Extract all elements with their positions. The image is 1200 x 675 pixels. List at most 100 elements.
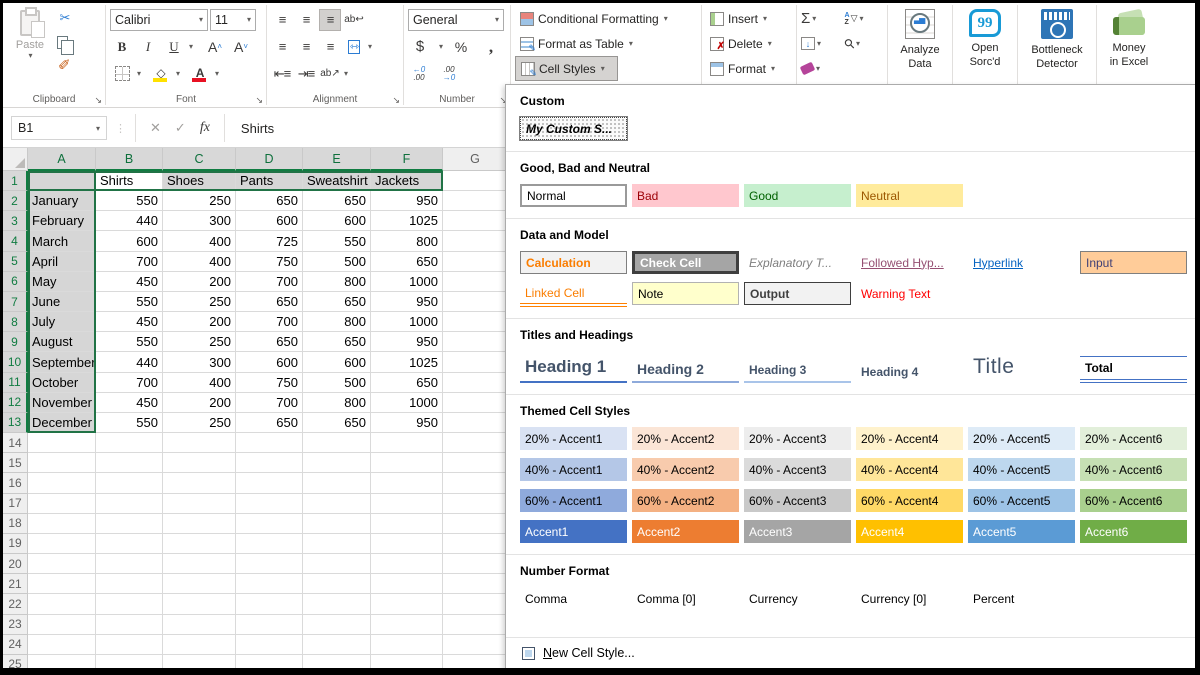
- new-cell-style-item[interactable]: New Cell Style...: [506, 637, 1195, 668]
- cell-style-40-accent4[interactable]: 40% - Accent4: [856, 458, 963, 481]
- cell-F19[interactable]: [371, 534, 443, 554]
- cell-E18[interactable]: [303, 514, 371, 534]
- cell-style-60-accent5[interactable]: 60% - Accent5: [968, 489, 1075, 512]
- format-painter-button[interactable]: [53, 54, 77, 78]
- cell-F8[interactable]: 1000: [371, 312, 443, 332]
- cell-style-output[interactable]: Output: [744, 282, 851, 305]
- row-header-17[interactable]: 17: [3, 494, 28, 514]
- font-size-select[interactable]: 11▾: [210, 9, 256, 31]
- cell-style-comma-0[interactable]: Comma [0]: [632, 587, 739, 610]
- cell-B10[interactable]: 440: [96, 352, 163, 372]
- cell-F15[interactable]: [371, 453, 443, 473]
- percent-style-button[interactable]: %: [449, 35, 473, 59]
- cell-E13[interactable]: 650: [303, 413, 371, 433]
- cell-E23[interactable]: [303, 615, 371, 635]
- cell-C23[interactable]: [163, 615, 236, 635]
- cell-G1[interactable]: [443, 171, 508, 191]
- cell-E20[interactable]: [303, 554, 371, 574]
- cell-E10[interactable]: 600: [303, 352, 371, 372]
- cell-D6[interactable]: 700: [236, 272, 303, 292]
- cell-G12[interactable]: [443, 393, 508, 413]
- cell-E15[interactable]: [303, 453, 371, 473]
- cell-F20[interactable]: [371, 554, 443, 574]
- alignment-dialog-launcher[interactable]: ↘: [392, 95, 400, 106]
- cell-G10[interactable]: [443, 352, 508, 372]
- cell-style-20-accent3[interactable]: 20% - Accent3: [744, 427, 851, 450]
- cell-D25[interactable]: [236, 655, 303, 668]
- column-header-E[interactable]: E: [303, 148, 371, 171]
- delete-cells-button[interactable]: Delete ▾: [706, 31, 792, 56]
- accounting-format-button[interactable]: $: [408, 35, 432, 59]
- cell-style-title[interactable]: Title: [968, 351, 1075, 383]
- cell-C14[interactable]: [163, 433, 236, 453]
- cell-D16[interactable]: [236, 473, 303, 493]
- cell-style-60-accent1[interactable]: 60% - Accent1: [520, 489, 627, 512]
- cell-E2[interactable]: 650: [303, 191, 371, 211]
- row-header-8[interactable]: 8: [3, 312, 28, 332]
- cell-D24[interactable]: [236, 635, 303, 655]
- cell-style-20-accent5[interactable]: 20% - Accent5: [968, 427, 1075, 450]
- cell-E17[interactable]: [303, 494, 371, 514]
- column-header-D[interactable]: D: [236, 148, 303, 171]
- cell-G23[interactable]: [443, 615, 508, 635]
- row-header-20[interactable]: 20: [3, 554, 28, 574]
- format-cells-button[interactable]: Format ▾: [706, 56, 792, 81]
- cell-A4[interactable]: March: [28, 231, 96, 251]
- cell-C19[interactable]: [163, 534, 236, 554]
- row-header-6[interactable]: 6: [3, 272, 28, 292]
- middle-align-button[interactable]: ≡: [295, 9, 317, 31]
- cell-E1[interactable]: Sweatshirt: [303, 171, 371, 191]
- cell-C16[interactable]: [163, 473, 236, 493]
- fill-button[interactable]: ↓▾: [801, 31, 841, 56]
- insert-function-icon[interactable]: fx: [200, 120, 210, 136]
- font-name-select[interactable]: Calibri▾: [110, 9, 208, 31]
- select-all-corner[interactable]: [3, 148, 28, 171]
- cell-style-heading-1[interactable]: Heading 1: [520, 353, 627, 383]
- cell-G20[interactable]: [443, 554, 508, 574]
- row-header-3[interactable]: 3: [3, 211, 28, 231]
- cell-E3[interactable]: 600: [303, 211, 371, 231]
- cell-C11[interactable]: 400: [163, 373, 236, 393]
- cell-C3[interactable]: 300: [163, 211, 236, 231]
- cell-B1[interactable]: Shirts: [96, 171, 163, 191]
- cell-style-accent4[interactable]: Accent4: [856, 520, 963, 543]
- cell-style-heading-2[interactable]: Heading 2: [632, 356, 739, 383]
- font-color-button[interactable]: [188, 62, 212, 86]
- font-dialog-launcher[interactable]: ↘: [255, 95, 263, 106]
- cell-G17[interactable]: [443, 494, 508, 514]
- cell-D19[interactable]: [236, 534, 303, 554]
- row-header-12[interactable]: 12: [3, 393, 28, 413]
- cell-D4[interactable]: 725: [236, 231, 303, 251]
- cell-D10[interactable]: 600: [236, 352, 303, 372]
- cell-A18[interactable]: [28, 514, 96, 534]
- cell-A13[interactable]: December: [28, 413, 96, 433]
- cell-A25[interactable]: [28, 655, 96, 668]
- cell-C7[interactable]: 250: [163, 292, 236, 312]
- cell-A16[interactable]: [28, 473, 96, 493]
- bottom-align-button[interactable]: ≡: [319, 9, 341, 31]
- orientation-button[interactable]: ab↗: [319, 63, 341, 85]
- cell-F4[interactable]: 800: [371, 231, 443, 251]
- cell-G21[interactable]: [443, 574, 508, 594]
- cell-style-input[interactable]: Input: [1080, 251, 1187, 274]
- cell-style-warning-text[interactable]: Warning Text: [856, 282, 963, 305]
- cell-style-accent2[interactable]: Accent2: [632, 520, 739, 543]
- enter-icon[interactable]: ✓: [175, 120, 186, 136]
- cell-E6[interactable]: 800: [303, 272, 371, 292]
- cell-A6[interactable]: May: [28, 272, 96, 292]
- cell-D12[interactable]: 700: [236, 393, 303, 413]
- cell-F22[interactable]: [371, 594, 443, 614]
- column-header-B[interactable]: B: [96, 148, 163, 171]
- cell-F25[interactable]: [371, 655, 443, 668]
- conditional-formatting-button[interactable]: Conditional Formatting ▾: [515, 6, 697, 31]
- cell-G25[interactable]: [443, 655, 508, 668]
- cell-B8[interactable]: 450: [96, 312, 163, 332]
- cell-E24[interactable]: [303, 635, 371, 655]
- cell-E8[interactable]: 800: [303, 312, 371, 332]
- cell-A24[interactable]: [28, 635, 96, 655]
- merge-center-button[interactable]: ⇿: [343, 36, 365, 58]
- cell-G16[interactable]: [443, 473, 508, 493]
- cell-style-40-accent5[interactable]: 40% - Accent5: [968, 458, 1075, 481]
- cut-button[interactable]: ✂: [53, 6, 77, 30]
- cell-E9[interactable]: 650: [303, 332, 371, 352]
